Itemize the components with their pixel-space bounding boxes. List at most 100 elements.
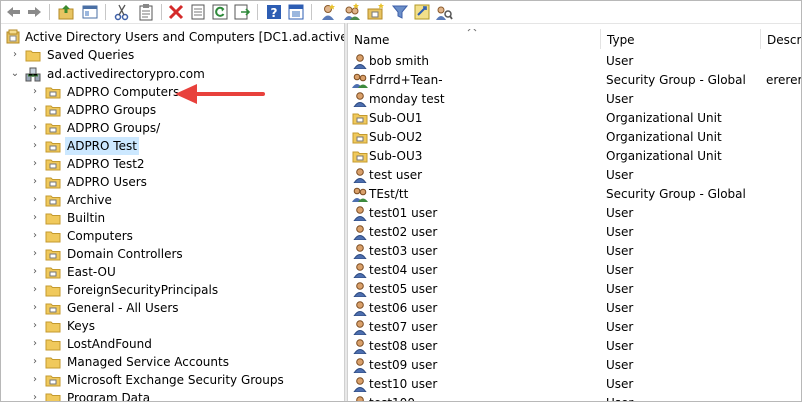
expand-chevron-icon[interactable]: › — [29, 389, 41, 401]
cell-type: User — [606, 206, 634, 220]
tree-item-label: Domain Controllers — [67, 247, 183, 261]
results-list: Name Type Descrip bob smith User Fdrrd+Tea… — [348, 29, 801, 401]
table-row[interactable]: test09 user User — [348, 356, 801, 375]
delete-icon[interactable] — [167, 3, 185, 21]
table-row[interactable]: test100 User — [348, 394, 801, 401]
cell-type: User — [606, 394, 633, 401]
cell-type: User — [606, 339, 634, 353]
cell-type: User — [606, 358, 634, 372]
table-row[interactable]: Sub-OU1 Organizational Unit — [348, 109, 801, 128]
cell-name: Sub-OU3 — [369, 149, 423, 163]
ou-folder-icon — [45, 138, 61, 154]
paste-icon[interactable] — [137, 3, 155, 21]
expand-chevron-icon[interactable]: › — [29, 191, 41, 209]
user-icon — [352, 300, 368, 316]
folder-icon — [45, 318, 61, 334]
table-row[interactable]: test02 user User — [348, 223, 801, 242]
tree-item-label: Microsoft Exchange Security Groups — [67, 373, 284, 387]
table-row[interactable]: test06 user User — [348, 299, 801, 318]
table-row[interactable]: test08 user User — [348, 337, 801, 356]
expand-chevron-icon[interactable]: › — [29, 155, 41, 173]
expand-chevron-icon[interactable]: › — [29, 263, 41, 281]
callout-arrow-icon — [175, 84, 265, 104]
cell-name: test09 user — [369, 358, 438, 372]
cell-name: test user — [369, 168, 423, 182]
user-icon — [352, 376, 368, 392]
back-icon[interactable] — [5, 3, 23, 21]
folder-icon — [45, 390, 61, 401]
column-header-description[interactable]: Descrip — [761, 29, 801, 49]
expand-chevron-icon[interactable]: › — [29, 371, 41, 389]
add-to-group-icon[interactable] — [413, 3, 431, 21]
find-icon[interactable] — [435, 3, 453, 21]
table-row[interactable]: test user User — [348, 166, 801, 185]
cell-name: test07 user — [369, 320, 438, 334]
expand-chevron-icon[interactable]: › — [29, 227, 41, 245]
table-row[interactable]: test10 user User — [348, 375, 801, 394]
cell-type: Organizational Unit — [606, 130, 722, 144]
expand-chevron-icon[interactable]: › — [29, 173, 41, 191]
forward-icon[interactable] — [25, 3, 43, 21]
user-icon — [352, 281, 368, 297]
user-icon — [352, 357, 368, 373]
expand-chevron-icon[interactable]: › — [29, 245, 41, 263]
show-hide-tree-icon[interactable] — [81, 3, 99, 21]
help-icon[interactable]: ? — [265, 3, 283, 21]
ou-folder-icon — [45, 120, 61, 136]
export-list-icon[interactable] — [233, 3, 251, 21]
expand-chevron-icon[interactable]: › — [29, 335, 41, 353]
tree-item-label: ADPRO Test2 — [67, 157, 145, 171]
expand-chevron-icon[interactable]: › — [29, 209, 41, 227]
new-ou-icon[interactable] — [367, 3, 385, 21]
expand-chevron-icon[interactable]: › — [9, 46, 21, 64]
user-icon — [352, 338, 368, 354]
column-header-name[interactable]: Name — [348, 29, 601, 49]
domain-icon — [25, 66, 41, 82]
table-row[interactable]: test03 user User — [348, 242, 801, 261]
table-row[interactable]: Sub-OU2 Organizational Unit — [348, 128, 801, 147]
tree-root-label: Active Directory Users and Computers [DC… — [25, 30, 344, 44]
tree-item-label: Archive — [67, 193, 112, 207]
table-row[interactable]: Sub-OU3 Organizational Unit — [348, 147, 801, 166]
tree-item-label: General - All Users — [67, 301, 179, 315]
table-row[interactable]: test05 user User — [348, 280, 801, 299]
new-user-icon[interactable] — [319, 3, 337, 21]
toolbar: ? — [1, 1, 801, 24]
console-icon[interactable] — [287, 3, 305, 21]
folder-icon — [45, 354, 61, 370]
expand-chevron-icon[interactable]: › — [29, 119, 41, 137]
table-row[interactable]: monday test User — [348, 90, 801, 109]
table-row[interactable]: TEst/tt Security Group - Global — [348, 185, 801, 204]
cell-name: Sub-OU1 — [369, 111, 423, 125]
refresh-icon[interactable] — [211, 3, 229, 21]
collapse-chevron-icon[interactable]: ⌄ — [9, 65, 21, 83]
cell-name: test03 user — [369, 244, 438, 258]
table-row[interactable]: test04 user User — [348, 261, 801, 280]
filter-icon[interactable] — [391, 3, 409, 21]
table-row[interactable]: test07 user User — [348, 318, 801, 337]
expand-chevron-icon[interactable]: › — [29, 137, 41, 155]
table-row[interactable]: bob smith User — [348, 52, 801, 71]
cell-type: User — [606, 92, 634, 106]
cell-description: ererere — [766, 73, 801, 87]
ou-folder-icon — [45, 246, 61, 262]
user-icon — [352, 167, 368, 183]
expand-chevron-icon[interactable]: › — [29, 353, 41, 371]
cut-icon[interactable] — [113, 3, 131, 21]
up-folder-icon[interactable] — [57, 3, 75, 21]
ou-folder-icon — [352, 129, 368, 145]
column-header-label: Descrip — [767, 33, 801, 47]
properties-icon[interactable] — [189, 3, 207, 21]
table-row[interactable]: test01 user User — [348, 204, 801, 223]
column-header-label: Type — [607, 33, 635, 47]
expand-chevron-icon[interactable]: › — [29, 83, 41, 101]
new-group-icon[interactable] — [343, 3, 361, 21]
expand-chevron-icon[interactable]: › — [29, 101, 41, 119]
expand-chevron-icon[interactable]: › — [29, 281, 41, 299]
tree-item-label: Computers — [67, 229, 133, 243]
expand-chevron-icon[interactable]: › — [29, 317, 41, 335]
expand-chevron-icon[interactable]: › — [29, 299, 41, 317]
cell-name: test100 — [369, 394, 415, 401]
table-row[interactable]: Fdrrd+Tean- Security Group - Global ererer… — [348, 71, 801, 90]
column-header-type[interactable]: Type — [601, 29, 761, 49]
